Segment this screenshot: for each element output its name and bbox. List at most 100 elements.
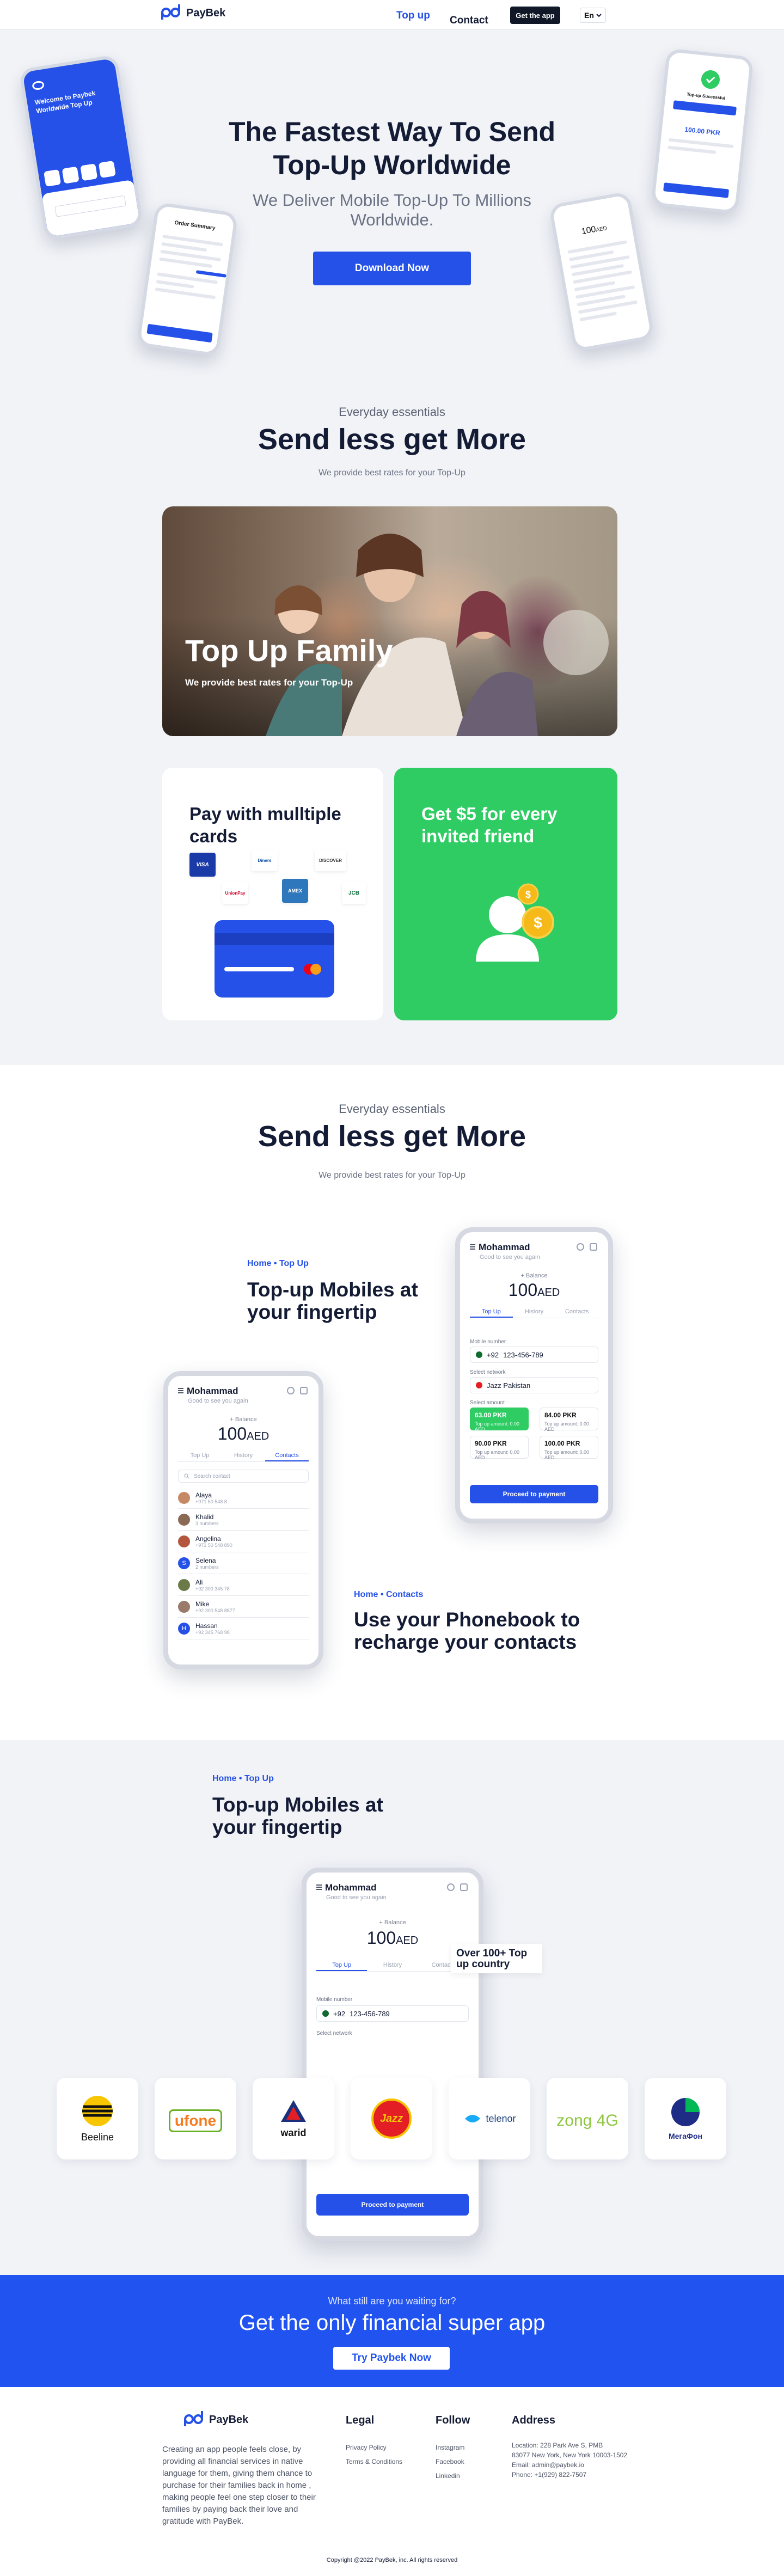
brand-logo[interactable]: PayBek [161,4,225,20]
contact-row[interactable]: Alaya +971 50 548 8 [178,1487,309,1509]
phone-line[interactable]: Phone: +1(929) 822-7507 [512,2471,586,2479]
proceed-payment-button[interactable]: Proceed to payment [470,1485,598,1503]
operator-jazz[interactable]: Jazz [351,2078,432,2159]
hero-title: The Fastest Way To Send Top-Up Worldwide [228,117,556,180]
settings-icon[interactable] [287,1387,295,1394]
tab-history[interactable]: History [222,1450,265,1461]
avatar [178,1600,190,1613]
notification-icon[interactable] [590,1243,597,1251]
footer-address-heading: Address [512,2414,556,2426]
tab-topup[interactable]: Top Up [178,1450,222,1461]
network-label: Select network [470,1369,506,1375]
search-icon [184,1473,189,1479]
cta-question: What still are you waiting for? [328,2296,456,2306]
operator-megafon[interactable]: МегаФон [645,2078,726,2159]
mobile-number-input[interactable]: +92 123-456-789 [470,1347,598,1363]
menu-icon [470,1244,475,1250]
notification-icon[interactable] [460,1883,468,1891]
footer-logo[interactable]: PayBek [184,2411,249,2426]
feature1-title: Top-up Mobiles at your fingertip [247,1278,418,1323]
credit-card-icon [215,920,334,998]
operator-zong[interactable]: zong 4G [547,2078,628,2159]
app-user-name: Mohammad [479,1242,530,1252]
amex-icon: AMEX [282,879,308,903]
logo-icon [161,4,183,20]
get-app-button[interactable]: Get the app [510,7,560,24]
settings-icon[interactable] [577,1243,584,1251]
tab-contacts[interactable]: Contacts [265,1450,309,1461]
contact-row[interactable]: Khalid 3 numbers [178,1509,309,1531]
search-placeholder: Search contact [194,1473,230,1479]
contact-row[interactable]: Angelina +971 50 548 890 [178,1531,309,1552]
app-greeting: Good to see you again [326,1894,387,1901]
operator-ufone[interactable]: ufone [155,2078,236,2159]
avatar [178,1491,190,1504]
countries-app-screen: Mohammad Good to see you again + Balance… [302,1868,483,2241]
settings-icon[interactable] [447,1883,455,1891]
countries-section: Home • Top Up Top-up Mobiles at your fin… [0,1740,784,2275]
operator-warid[interactable]: warid [253,2078,334,2159]
linkedin-link[interactable]: Linkedin [436,2472,460,2480]
hero-phone-app: 100AED [548,191,655,352]
brand-name: PayBek [209,2413,249,2426]
try-paybek-button[interactable]: Try Paybek Now [333,2347,450,2370]
essentials-kicker: Everyday essentials [339,405,445,419]
megafon-icon [671,2098,700,2126]
tab-history[interactable]: History [367,1960,418,1971]
svg-text:$: $ [534,914,542,931]
mobile-number-value: 123-456-789 [350,2009,390,2018]
language-value: En [584,11,594,20]
contact-row[interactable]: Mike +92 300 548 8877 [178,1596,309,1618]
mobile-number-value: 123-456-789 [503,1350,543,1359]
tab-history[interactable]: History [513,1306,556,1318]
telenor-icon [465,2115,481,2122]
amount-option[interactable]: 100.00 PKR Top up amount: 0.00 AED [540,1436,598,1460]
invite-friend-card[interactable]: Get $5 for every invited friend $ $ [394,768,617,1020]
terms-link[interactable]: Terms & Conditions [346,2458,402,2465]
warid-icon [281,2100,306,2122]
amount-option[interactable]: 63.00 PKR Top up amount: 0.00 AED [470,1408,529,1432]
tab-topup[interactable]: Top Up [316,1960,367,1971]
amount-option[interactable]: 90.00 PKR Top up amount: 0.00 AED [470,1436,529,1460]
privacy-policy-link[interactable]: Privacy Policy [346,2444,387,2451]
app-user-name: Mohammad [325,1882,377,1893]
download-now-button[interactable]: Download Now [313,252,471,285]
email-line[interactable]: Email: admin@paybek.io [512,2461,584,2469]
features-title: Send less get More [258,1120,526,1153]
search-contact-input[interactable]: Search contact [178,1470,309,1483]
instagram-link[interactable]: Instagram [436,2444,464,2451]
nav-topup-link[interactable]: Top up [396,10,430,22]
operator-telenor[interactable]: telenor [449,2078,530,2159]
facebook-link[interactable]: Facebook [436,2458,464,2465]
app-tabs: Top Up History Contacts [178,1450,309,1462]
operator-beeline[interactable]: Beeline [57,2078,138,2159]
app-tabs: Top Up History Contacts [316,1960,469,1972]
tab-contacts[interactable]: Contacts [555,1306,598,1318]
proceed-payment-button[interactable]: Proceed to payment [316,2194,469,2216]
cta-banner: What still are you waiting for? Get the … [0,2275,784,2387]
mobile-number-label: Mobile number [316,1997,353,2003]
check-icon [706,76,715,83]
hero-subtitle: We Deliver Mobile Top-Up To Millions Wor… [253,191,531,229]
avatar [178,1578,190,1591]
mobile-number-input[interactable]: +92 123-456-789 [316,2005,469,2022]
network-select[interactable]: Jazz Pakistan [470,1377,598,1393]
notification-icon[interactable] [300,1387,308,1394]
contact-row[interactable]: H Hassan +92 345 768 98 [178,1618,309,1639]
jazz-icon [476,1382,482,1388]
tab-topup[interactable]: Top Up [470,1306,513,1318]
menu-icon [316,1884,322,1890]
hero-phone-welcome-text: Welcome to Paybek Worldwide Top Up [34,89,96,115]
hero-phone-welcome: Welcome to Paybek Worldwide Top Up [19,54,144,241]
contact-row[interactable]: S Selena 2 numbers [178,1552,309,1574]
amount-option[interactable]: 84.00 PKR Top up amount: 0.00 AED [540,1408,598,1432]
footer-about: Creating an app people feels close, by p… [162,2445,316,2526]
language-select[interactable]: En [580,8,606,23]
app-greeting: Good to see you again [480,1254,540,1261]
contact-row[interactable]: Ali +92 300 345 78 [178,1574,309,1596]
hero-phone-success: Top-up Successful 100.00 PKR [651,48,754,215]
app-tabs: Top Up History Contacts [470,1306,598,1318]
menu-icon [178,1388,183,1393]
pay-cards-card: Pay with mulltiple cards VISA Diners DIS… [162,768,383,1020]
nav-contact-link[interactable]: Contact [450,10,774,32]
